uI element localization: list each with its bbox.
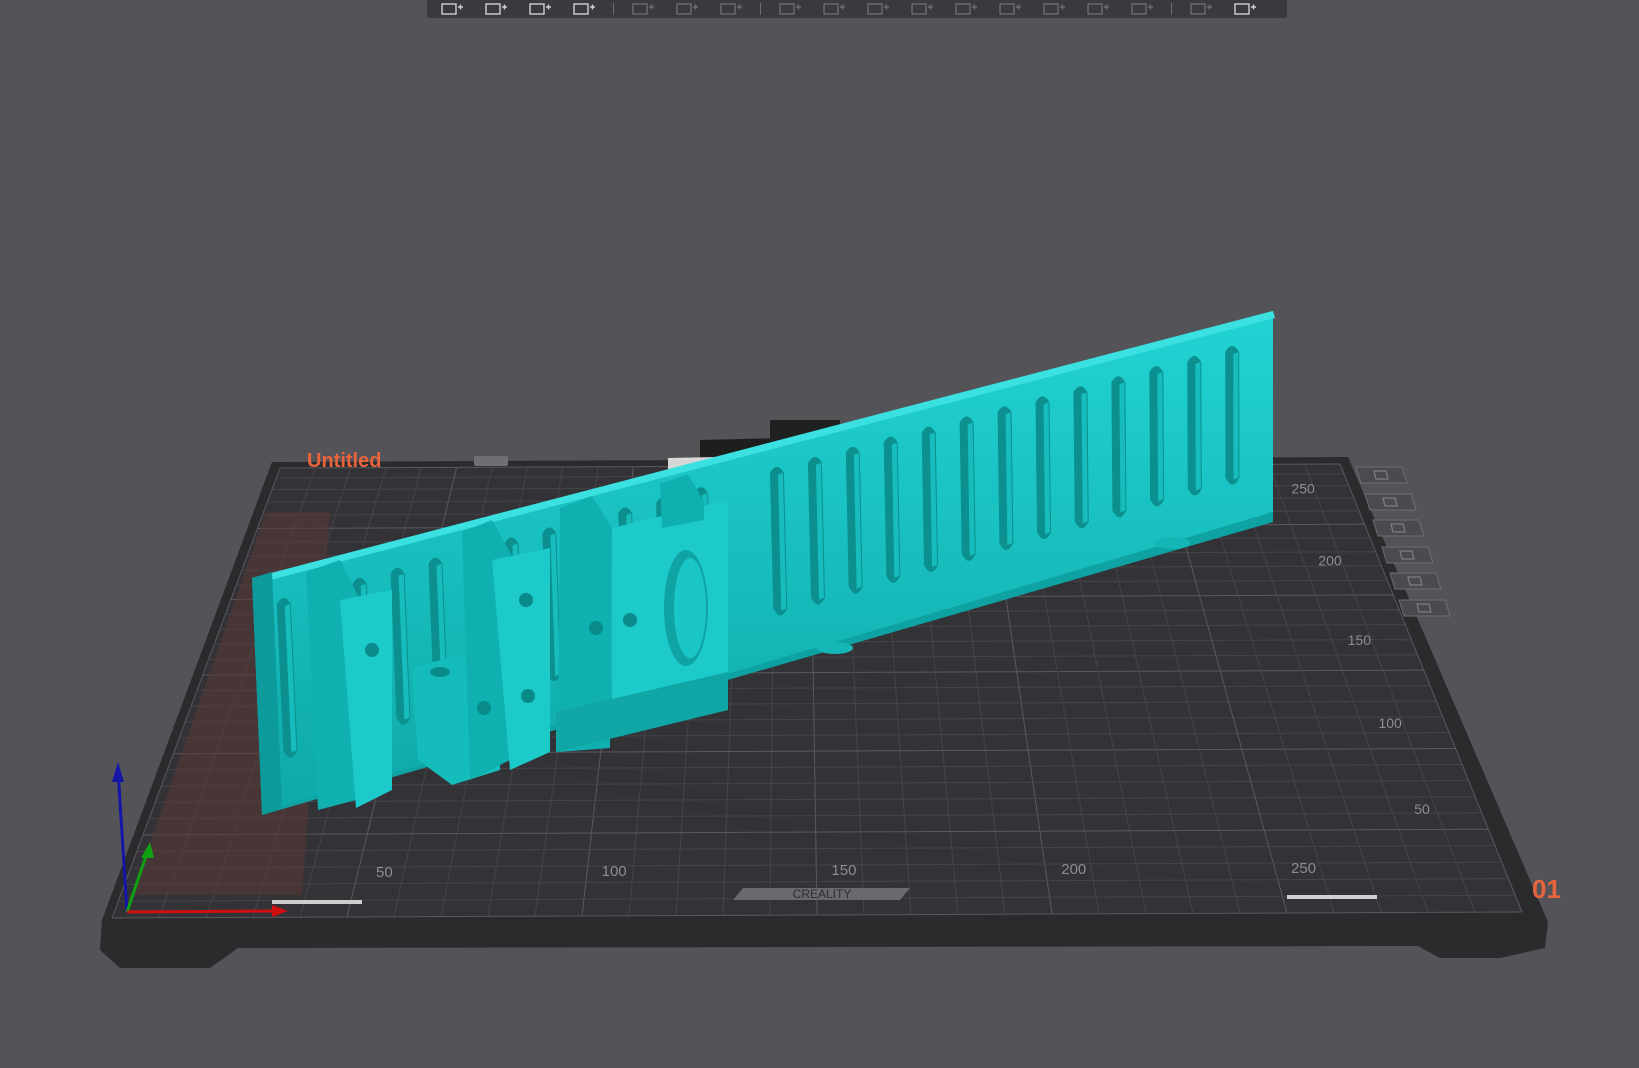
settings-icon xyxy=(1389,572,1442,590)
x-axis-label: 50 xyxy=(376,864,393,881)
orient-icon xyxy=(1372,519,1425,537)
y-axis-label: 200 xyxy=(1318,553,1342,569)
plate-slice-button[interactable] xyxy=(1393,599,1451,617)
x-axis-label: 150 xyxy=(831,862,856,879)
plate-lock-button[interactable] xyxy=(1376,546,1434,564)
x-axis-label: 100 xyxy=(602,863,627,880)
x-axis-label: 250 xyxy=(1291,860,1316,877)
y-axis-label: 100 xyxy=(1378,715,1402,731)
brand-label: CREALITY xyxy=(793,887,852,901)
plate-orient-button[interactable] xyxy=(1367,519,1425,537)
x-axis-label: 200 xyxy=(1061,861,1086,878)
wall-slot-edge xyxy=(1233,351,1239,480)
edit-name-icon[interactable] xyxy=(474,456,508,466)
arrange-icon xyxy=(1363,493,1417,510)
upload-icon xyxy=(1397,599,1451,616)
plate-settings-button[interactable] xyxy=(1384,572,1442,590)
plate-delete-button[interactable] xyxy=(1350,466,1408,484)
plate-number-label: 01 xyxy=(1532,874,1561,904)
wall-slot-edge xyxy=(1119,382,1126,513)
close-icon xyxy=(1355,466,1408,484)
wall-slot-edge xyxy=(1157,372,1164,502)
plate-arrange-button[interactable] xyxy=(1359,493,1417,511)
y-axis-label: 150 xyxy=(1348,632,1372,648)
project-name-label: Untitled xyxy=(307,450,381,472)
y-axis-label: 250 xyxy=(1291,480,1315,496)
y-axis-label: 50 xyxy=(1414,801,1430,817)
wall-slot-edge xyxy=(1195,362,1201,491)
lock-icon xyxy=(1380,546,1434,563)
